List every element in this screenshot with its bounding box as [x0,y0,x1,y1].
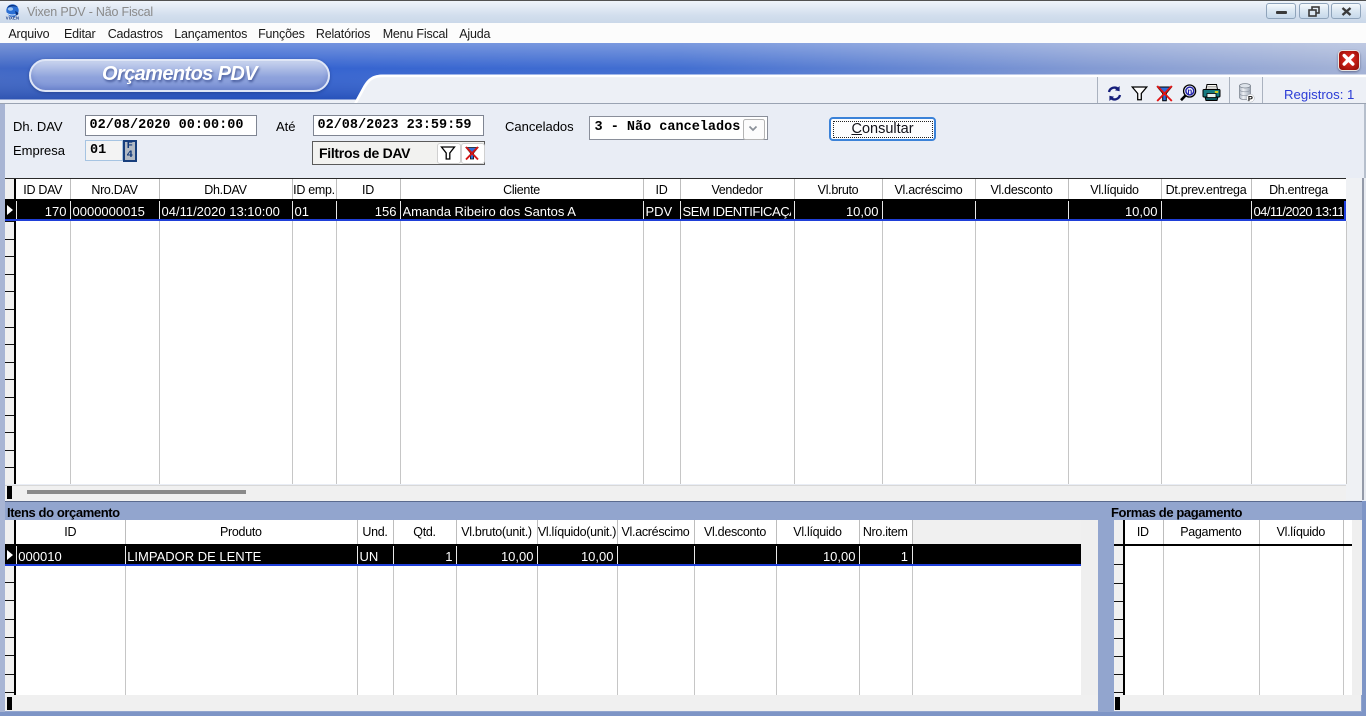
svg-text:P: P [1248,94,1253,103]
svg-text:n: n [1187,86,1192,95]
svg-text:VIXEN: VIXEN [6,15,20,20]
